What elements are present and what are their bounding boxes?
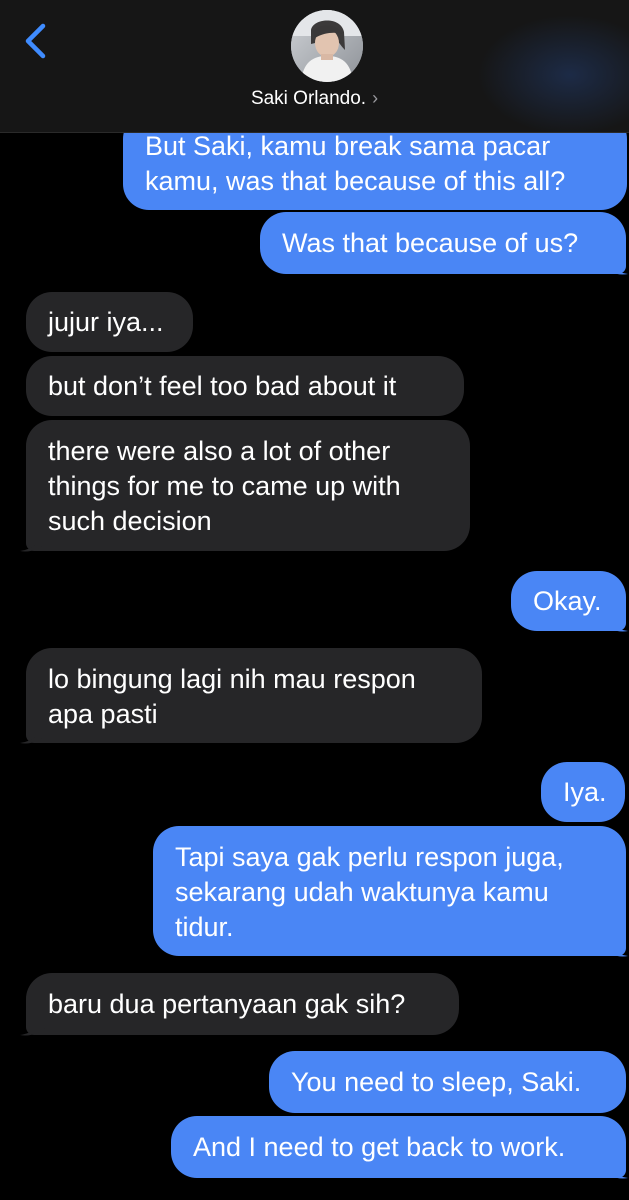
message-text: And I need to get back to work. (193, 1132, 566, 1162)
message-thread[interactable]: But Saki, kamu break sama pacar kamu, wa… (0, 0, 629, 1200)
message-text: jujur iya... (48, 307, 164, 337)
message-bubble-incoming[interactable]: lo bingung lagi nih mau respon apa pasti (26, 648, 482, 743)
bubble-tail-icon (602, 254, 628, 275)
message-bubble-outgoing[interactable]: Iya. (541, 762, 625, 822)
message-text: Iya. (563, 777, 607, 807)
avatar-photo (291, 10, 363, 82)
conversation-header: Saki Orlando. › (0, 0, 629, 133)
chevron-left-icon (25, 23, 46, 59)
message-text: but don’t feel too bad about it (48, 371, 397, 401)
message-text: baru dua pertanyaan gak sih? (48, 989, 406, 1019)
header-glow (470, 10, 629, 132)
message-text: Okay. (533, 586, 602, 616)
contact-avatar[interactable] (291, 10, 363, 82)
bubble-tail-icon (602, 611, 628, 632)
bubble-tail-icon (602, 1158, 628, 1179)
message-text: You need to sleep, Saki. (291, 1067, 582, 1097)
back-button[interactable] (18, 20, 54, 60)
message-text: Was that because of us? (282, 228, 579, 258)
bubble-tail-icon (20, 1015, 46, 1036)
message-bubble-incoming[interactable]: there were also a lot of other things fo… (26, 420, 470, 551)
contact-name: Saki Orlando. (250, 88, 367, 109)
message-text: But Saki, kamu break sama pacar kamu, wa… (145, 131, 566, 196)
bubble-tail-icon (20, 723, 46, 744)
chevron-right-icon: › (372, 88, 379, 108)
message-bubble-outgoing[interactable]: You need to sleep, Saki. (269, 1051, 626, 1113)
bubble-tail-icon (20, 531, 46, 552)
message-bubble-incoming[interactable]: but don’t feel too bad about it (26, 356, 464, 416)
message-text: Tapi saya gak perlu respon juga, sekaran… (175, 842, 564, 942)
message-bubble-outgoing[interactable]: And I need to get back to work. (171, 1116, 626, 1178)
message-text: lo bingung lagi nih mau respon apa pasti (48, 664, 416, 729)
message-text: there were also a lot of other things fo… (48, 436, 401, 536)
message-bubble-incoming[interactable]: baru dua pertanyaan gak sih? (26, 973, 459, 1035)
message-bubble-outgoing[interactable]: Tapi saya gak perlu respon juga, sekaran… (153, 826, 626, 956)
message-bubble-incoming[interactable]: jujur iya... (26, 292, 193, 352)
contact-name-button[interactable]: Saki Orlando. › (0, 88, 629, 110)
message-bubble-outgoing[interactable]: Was that because of us? (260, 212, 626, 274)
bubble-tail-icon (602, 936, 628, 957)
